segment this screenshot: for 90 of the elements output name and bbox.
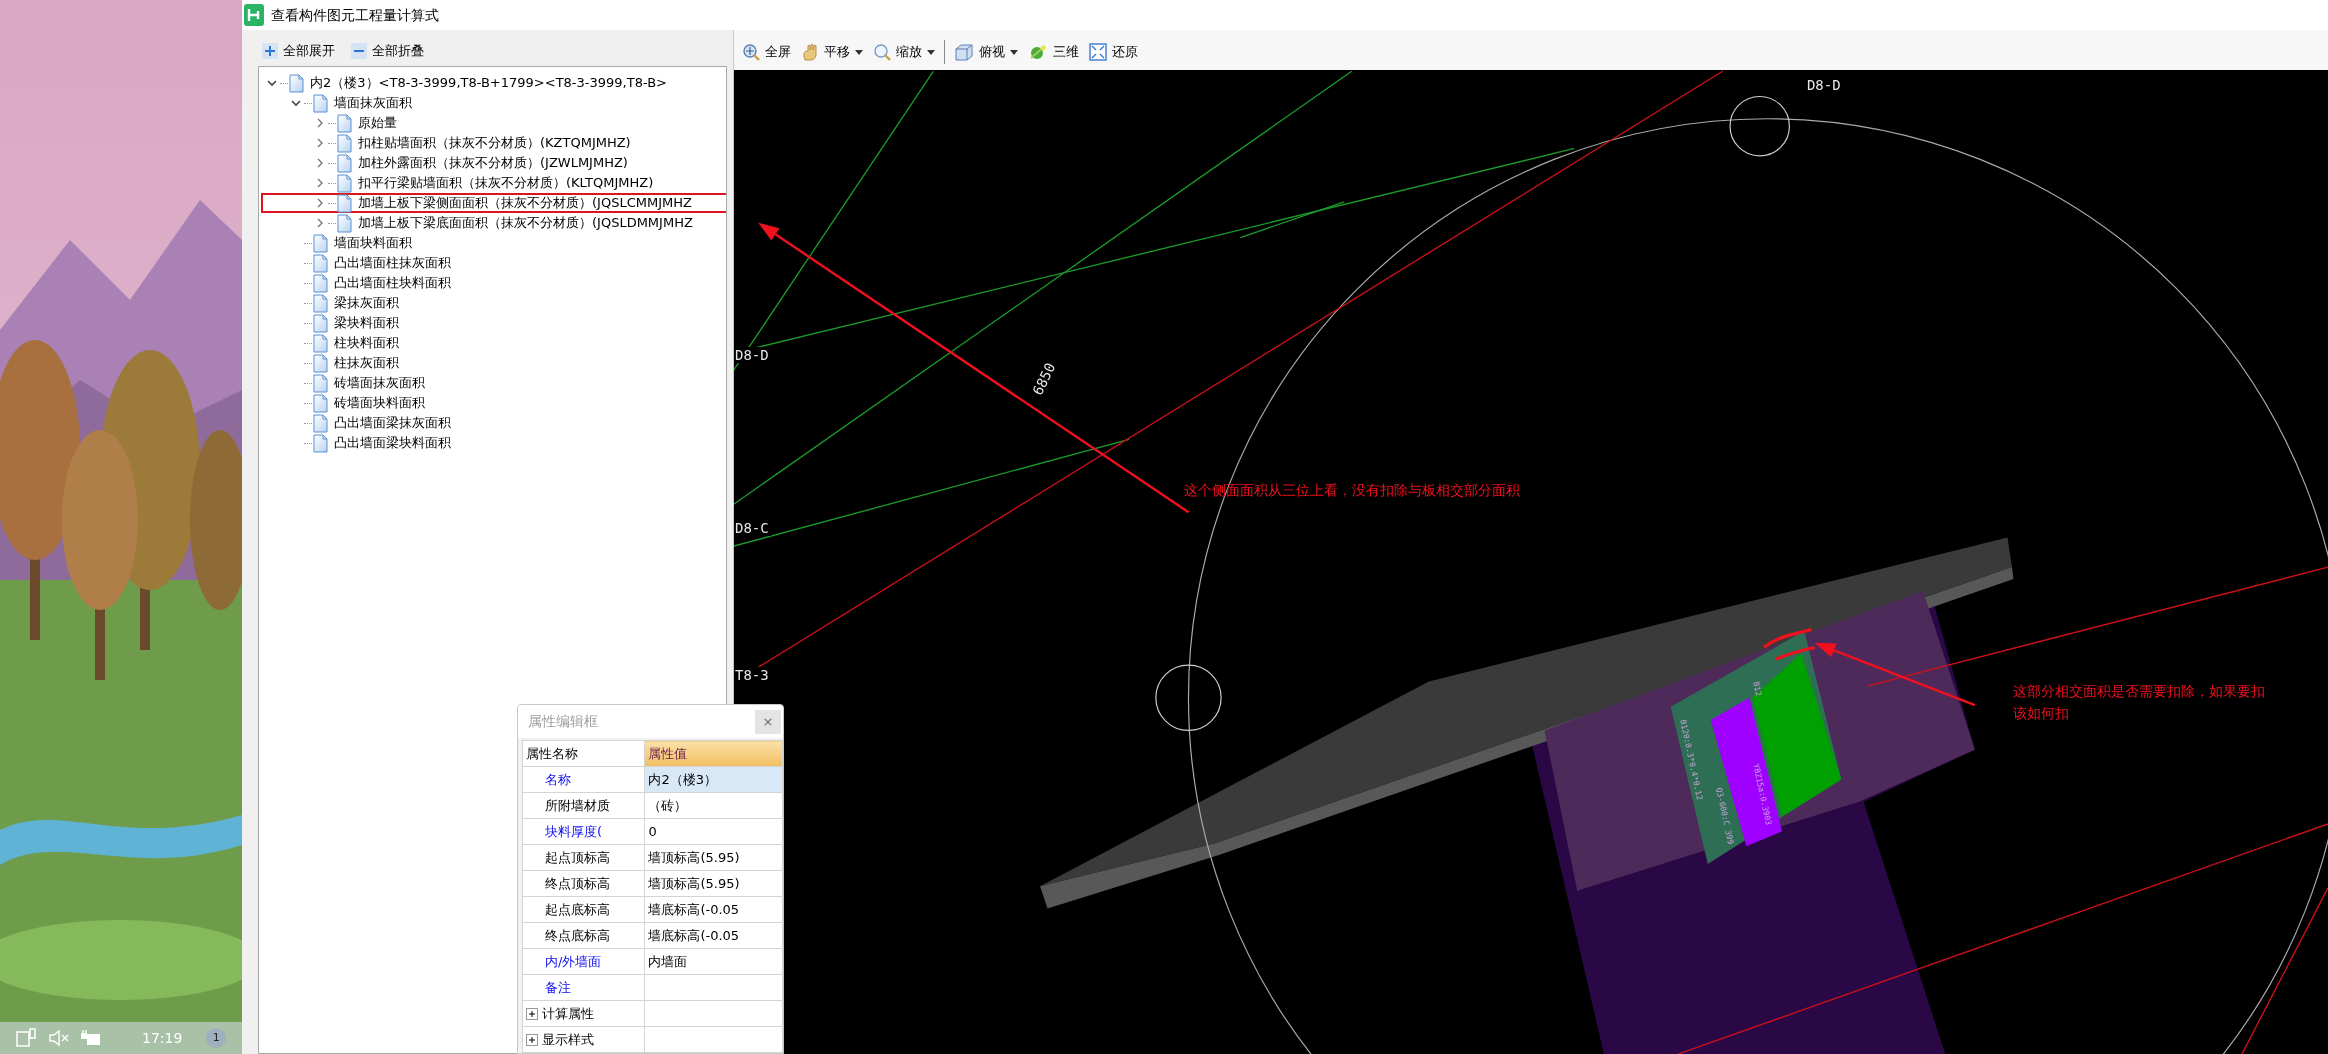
magnifier-icon	[742, 43, 760, 61]
document-icon	[313, 293, 328, 313]
toolbar-button[interactable]: 三维	[1024, 40, 1083, 64]
tree-item[interactable]: 柱抹灰面积	[261, 353, 726, 373]
toolbar-button[interactable]: 缩放	[869, 40, 939, 64]
document-icon	[313, 93, 328, 113]
document-icon	[337, 173, 352, 193]
notification-badge[interactable]: 1	[206, 1028, 227, 1048]
tree-item[interactable]: 扣平行梁贴墙面积（抹灰不分材质）(KLTQMJMHZ)	[261, 173, 726, 193]
restore-icon	[1089, 43, 1107, 61]
document-icon	[313, 393, 328, 413]
close-button[interactable]: ×	[755, 709, 781, 734]
document-icon	[313, 253, 328, 273]
annotation-text: 这个侧面面积从三位上看，没有扣除与板相交部分面积	[1184, 484, 1521, 498]
property-value[interactable]: 内2（楼3）	[644, 766, 783, 793]
property-name: 终点顶标高	[522, 870, 645, 897]
document-icon	[313, 413, 328, 433]
toolbar-button[interactable]: 还原	[1085, 40, 1142, 64]
tree-item[interactable]: 砖墙面块料面积	[261, 393, 726, 413]
tree-item[interactable]: 柱块料面积	[261, 333, 726, 353]
document-icon	[313, 373, 328, 393]
property-name: 备注	[522, 974, 645, 1001]
minus-icon	[351, 43, 367, 59]
model-label: B12	[1751, 681, 1762, 698]
axis-label: T8-3	[734, 666, 771, 683]
hand-icon	[801, 43, 819, 61]
tree-item[interactable]: 砖墙面抹灰面积	[261, 373, 726, 393]
tree-item[interactable]: 内2（楼3）<T8-3-3999,T8-B+1799><T8-3-3999,T8-B>	[261, 73, 726, 93]
tree-item[interactable]: 凸出墙面柱抹灰面积	[261, 253, 726, 273]
toolbar-button[interactable]: 平移	[797, 40, 867, 64]
property-group: 计算属性	[542, 1003, 594, 1024]
property-value[interactable]: 墙底标高(-0.05	[644, 896, 783, 923]
document-icon	[313, 333, 328, 353]
document-icon	[313, 313, 328, 333]
document-icon	[337, 113, 352, 133]
document-icon	[313, 273, 328, 293]
globe-icon	[1028, 43, 1048, 61]
property-name: 所附墙材质	[522, 792, 645, 819]
document-icon	[337, 153, 352, 173]
magnifier-icon	[873, 43, 891, 61]
tree-item[interactable]: 扣柱贴墙面积（抹灰不分材质）(KZTQMJMHZ)	[261, 133, 726, 153]
toolbar-button[interactable]: 全屏	[738, 40, 795, 64]
scribble-mark	[1762, 627, 1817, 661]
plus-icon[interactable]	[526, 1033, 538, 1046]
tree-item[interactable]: 墙面抹灰面积	[261, 93, 726, 113]
document-icon	[289, 73, 304, 93]
tree-item[interactable]: 凸出墙面柱块料面积	[261, 273, 726, 293]
document-icon	[337, 213, 352, 233]
plus-icon	[262, 43, 278, 59]
dialog-title: 属性编辑框	[528, 712, 598, 731]
plus-icon[interactable]	[526, 1007, 538, 1020]
property-name: 起点底标高	[522, 896, 645, 923]
caret-icon[interactable]	[855, 49, 863, 55]
document-icon	[313, 353, 328, 373]
annotation-text: 这部分相交面积是否需要扣除，如果要扣该如何扣	[2012, 682, 2266, 724]
caret-icon[interactable]	[927, 49, 935, 55]
tree-item[interactable]: 加墙上板下梁侧面面积（抹灰不分材质）(JQSLCMMJMHZ	[261, 193, 726, 213]
document-icon	[313, 433, 328, 453]
property-value[interactable]: 0	[644, 818, 783, 845]
property-name: 块料厚度(	[522, 818, 645, 845]
caret-icon[interactable]	[1010, 49, 1018, 55]
property-name: 终点底标高	[522, 922, 645, 949]
tree-item[interactable]: 加墙上板下梁底面面积（抹灰不分材质）(JQSLDMMJMHZ	[261, 213, 726, 233]
tree-item[interactable]: 梁块料面积	[261, 313, 726, 333]
property-name: 内/外墙面	[522, 948, 645, 975]
column-header: 属性名称	[522, 740, 645, 767]
property-value[interactable]: 内墙面	[644, 948, 783, 975]
axis-label: D8-D	[734, 347, 771, 364]
property-name: 名称	[522, 766, 645, 793]
property-value[interactable]: 墙顶标高(5.95)	[644, 870, 783, 897]
document-icon	[337, 193, 352, 213]
window-title: 查看构件图元工程量计算式	[271, 5, 439, 25]
tree-item[interactable]: 墙面块料面积	[261, 233, 726, 253]
tree-item[interactable]: 凸出墙面梁块料面积	[261, 433, 726, 453]
collapse-all-button[interactable]: 全部折叠	[347, 39, 428, 63]
toolbar-button[interactable]: 俯视	[950, 40, 1022, 64]
property-group: 显示样式	[542, 1029, 594, 1050]
tree-item[interactable]: 梁抹灰面积	[261, 293, 726, 313]
document-icon	[313, 233, 328, 253]
document-icon	[337, 133, 352, 153]
tree-item[interactable]: 原始量	[261, 113, 726, 133]
property-value[interactable]: （砖）	[644, 792, 783, 819]
cube-icon	[954, 43, 974, 61]
property-name: 起点顶标高	[522, 844, 645, 871]
tree-item[interactable]: 凸出墙面梁抹灰面积	[261, 413, 726, 433]
tree-item[interactable]: 加柱外露面积（抹灰不分材质）(JZWLMJMHZ)	[261, 153, 726, 173]
column-header: 属性值	[644, 740, 783, 767]
expand-all-button[interactable]: 全部展开	[258, 39, 339, 63]
property-value[interactable]: 墙顶标高(5.95)	[644, 844, 783, 871]
property-value[interactable]: 墙底标高(-0.05	[644, 922, 783, 949]
